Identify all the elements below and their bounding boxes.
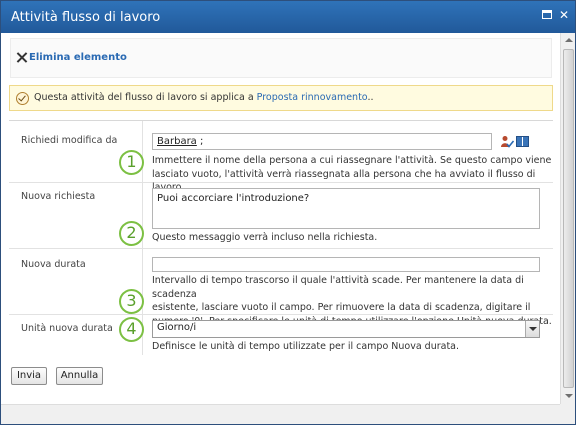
delete-item-label: Elimina elemento	[29, 52, 127, 63]
duration-desc-line1: Intervallo di tempo trascorso il quale l…	[152, 275, 524, 300]
form-row-units: Unità nuova durata Giorno/i 4 Definisce …	[9, 315, 553, 355]
ribbon: Elimina elemento	[10, 38, 552, 78]
units-selected-value: Giorno/i	[157, 322, 197, 333]
request-description: Questo messaggio verrà incluso nella ric…	[152, 232, 378, 243]
delete-x-icon	[16, 52, 27, 63]
dialog-footer-bar	[1, 404, 560, 424]
task-check-icon	[16, 92, 29, 105]
resize-corner	[560, 404, 575, 424]
reassign-label: Richiedi modifica da	[21, 135, 118, 146]
notice-text: Questa attività del flusso di lavoro si …	[34, 92, 373, 103]
reassign-person[interactable]: Barbara	[157, 136, 197, 147]
notice-item-link[interactable]: Proposta rinnovamento	[257, 92, 368, 103]
title-bar: Attività flusso di lavoro ✕	[1, 1, 575, 33]
scroll-up-icon[interactable]	[561, 33, 576, 48]
duration-input[interactable]	[152, 257, 540, 272]
step-3-badge: 3	[119, 289, 144, 314]
address-book-icon[interactable]	[516, 136, 529, 147]
units-select[interactable]: Giorno/i	[152, 320, 540, 338]
notice-text-suffix: ..	[367, 92, 374, 103]
request-textarea[interactable]: Puoi accorciare l'introduzione?	[152, 188, 540, 229]
close-icon[interactable]: ✕	[557, 8, 571, 22]
form-row-reassign: Richiedi modifica da Barbara ; 1 Immette…	[9, 121, 553, 193]
form-row-request: Nuova richiesta Puoi accorciare l'introd…	[9, 183, 553, 249]
reassign-person-suffix: ;	[196, 136, 204, 147]
units-label: Unità nuova durata	[21, 323, 113, 334]
reassign-desc-line1: Immettere il nome della persona a cui ri…	[152, 155, 552, 166]
request-label: Nuova richiesta	[21, 191, 96, 202]
notice-text-prefix: Questa attività del flusso di lavoro si …	[34, 92, 254, 103]
step-4-badge: 4	[119, 317, 144, 342]
dialog-title: Attività flusso di lavoro	[11, 10, 161, 25]
submit-button[interactable]: Invia	[11, 367, 47, 385]
cancel-button[interactable]: Annulla	[56, 367, 103, 385]
delete-item-button[interactable]: Elimina elemento	[16, 52, 127, 63]
maximize-icon[interactable]	[540, 8, 554, 22]
form-row-duration: Nuova durata 3 Intervallo di tempo trasc…	[9, 249, 553, 327]
scroll-thumb[interactable]	[563, 49, 574, 388]
step-1-badge: 1	[119, 150, 144, 175]
vertical-scrollbar[interactable]	[560, 33, 575, 404]
step-2-badge: 2	[119, 221, 144, 246]
units-description: Definisce le unità di tempo utilizzate p…	[152, 341, 460, 352]
dialog-content: Elimina elemento Questa attività del flu…	[1, 33, 560, 404]
workflow-task-dialog: Attività flusso di lavoro ✕ Elimina elem…	[0, 0, 576, 425]
task-form: Richiedi modifica da Barbara ; 1 Immette…	[9, 120, 553, 355]
scroll-down-icon[interactable]	[561, 389, 576, 404]
check-names-icon[interactable]	[501, 135, 514, 148]
reassign-people-picker[interactable]: Barbara ;	[152, 133, 492, 150]
row-divider	[142, 121, 143, 182]
chevron-down-icon[interactable]	[525, 321, 539, 337]
notice-bar: Questa attività del flusso di lavoro si …	[9, 85, 553, 111]
duration-desc-line2: esistente, lasciare vuoto il campo. Per …	[152, 302, 531, 313]
duration-label: Nuova durata	[21, 259, 86, 270]
